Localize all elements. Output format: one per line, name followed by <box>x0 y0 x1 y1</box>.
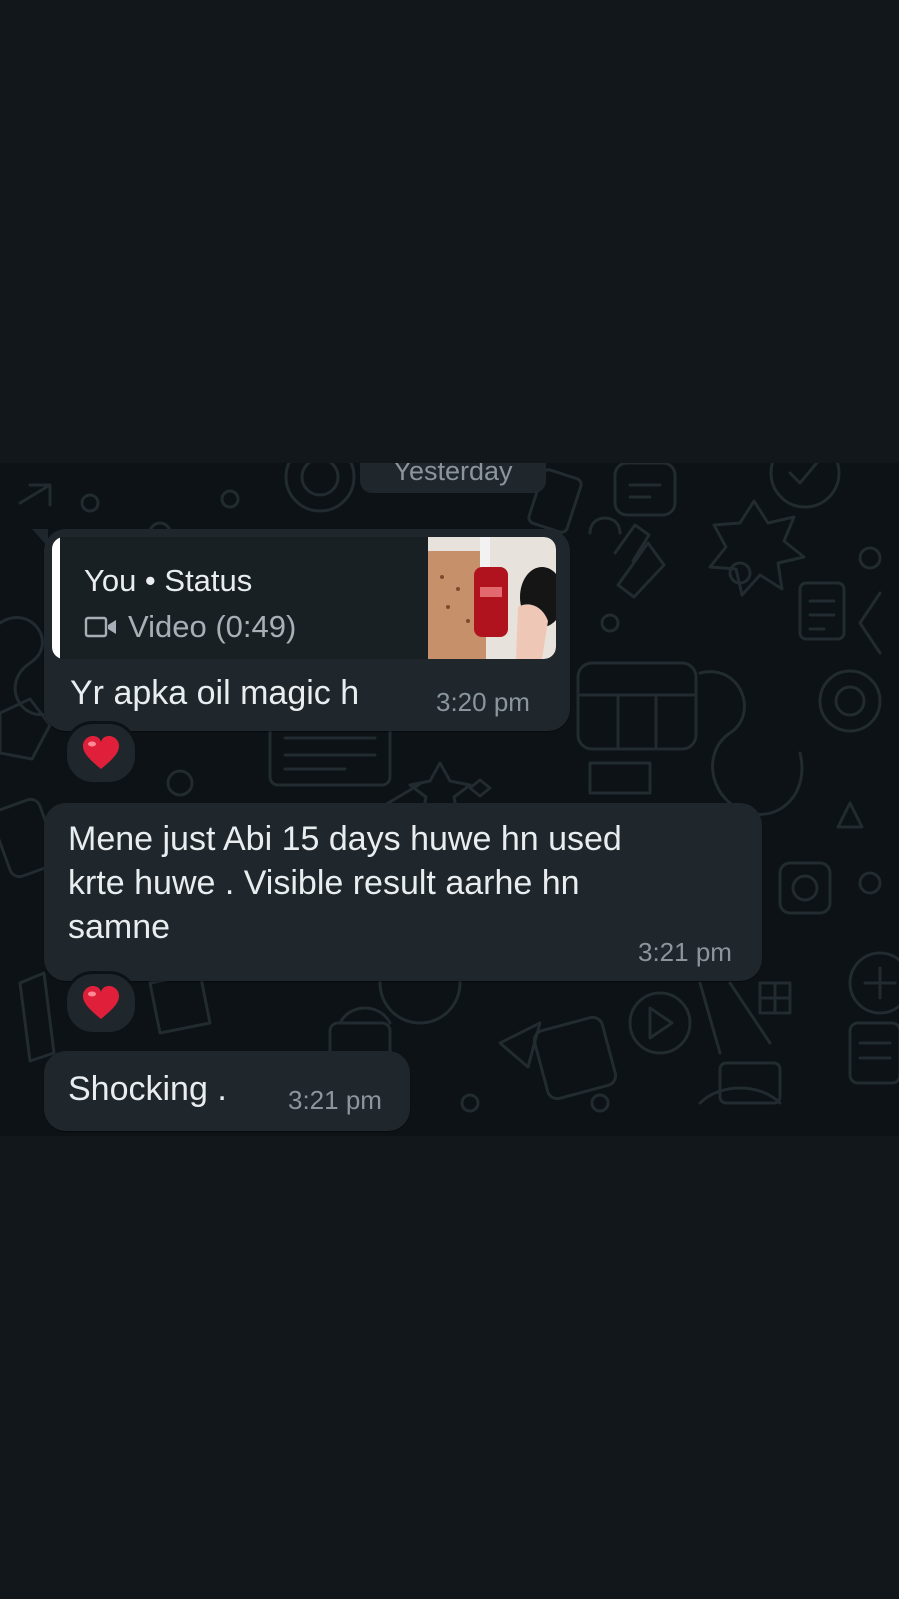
screen: Yesterday You • Status Video (0:49) Yr a… <box>0 0 899 1599</box>
thumbnail-image <box>428 537 556 659</box>
quote-subtitle-text: Video (0:49) <box>128 609 297 644</box>
heart-emoji-icon <box>83 986 119 1019</box>
status-video-thumbnail[interactable] <box>428 537 556 659</box>
video-icon <box>84 616 116 638</box>
date-chip: Yesterday <box>360 463 546 493</box>
reaction-badge[interactable] <box>64 721 138 785</box>
quoted-status[interactable]: You • Status Video (0:49) <box>52 537 556 659</box>
message-time: 3:21 pm <box>638 937 732 967</box>
message-text: Yr apka oil magic h <box>70 674 360 712</box>
message-time: 3:20 pm <box>436 687 530 717</box>
reaction-badge[interactable] <box>64 971 138 1035</box>
quote-accent-bar <box>52 537 60 659</box>
quote-title: You • Status <box>84 563 253 598</box>
bubble-tail <box>32 529 48 547</box>
heart-emoji-icon <box>83 736 119 769</box>
message-bubble[interactable]: Mene just Abi 15 days huwe hn used krte … <box>44 803 762 981</box>
message-time: 3:21 pm <box>288 1085 382 1115</box>
message-text: Shocking . <box>68 1070 227 1108</box>
quote-subtitle: Video (0:49) <box>84 609 296 645</box>
chat-area[interactable]: Yesterday You • Status Video (0:49) Yr a… <box>0 463 899 1136</box>
message-bubble[interactable]: You • Status Video (0:49) Yr apka oil ma… <box>32 529 570 731</box>
message-bubble[interactable]: Shocking . 3:21 pm <box>44 1051 410 1131</box>
message-text: Mene just Abi 15 days huwe hn used krte … <box>68 820 622 946</box>
